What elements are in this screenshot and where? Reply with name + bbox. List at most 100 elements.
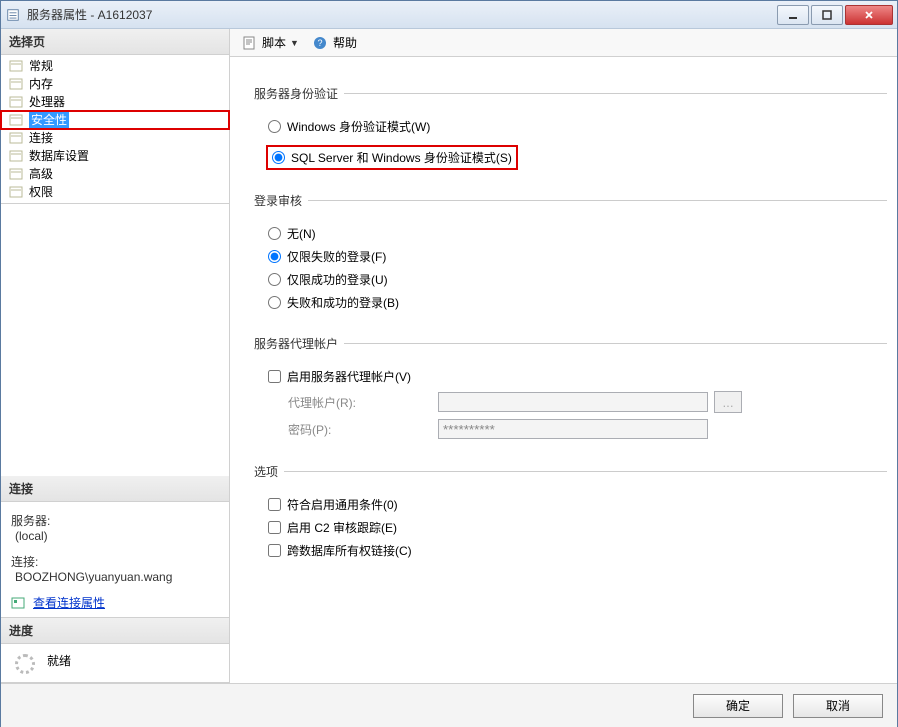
auth-mixed-row[interactable]: SQL Server 和 Windows 身份验证模式(S) bbox=[268, 147, 516, 168]
audit-none-radio[interactable] bbox=[268, 227, 281, 240]
view-connection-properties-link[interactable]: 查看连接属性 bbox=[11, 594, 219, 611]
proxy-browse-button[interactable]: ... bbox=[714, 391, 742, 413]
proxy-enable-label: 启用服务器代理帐户(V) bbox=[287, 368, 411, 385]
auth-windows-radio[interactable] bbox=[268, 120, 281, 133]
auth-windows-label: Windows 身份验证模式(W) bbox=[287, 118, 430, 135]
proxy-account-legend: 服务器代理帐户 bbox=[254, 335, 344, 352]
server-label: 服务器: bbox=[11, 514, 50, 528]
audit-both-label: 失败和成功的登录(B) bbox=[287, 294, 399, 311]
minimize-button[interactable] bbox=[777, 5, 809, 25]
select-page-header: 选择页 bbox=[1, 29, 229, 55]
opt-common-criteria-row[interactable]: 符合启用通用条件(0) bbox=[268, 496, 887, 513]
main-body: 服务器身份验证 Windows 身份验证模式(W) SQL Server 和 W… bbox=[230, 57, 897, 683]
progress-section: 进度 就绪 bbox=[1, 618, 229, 683]
sidebar-item-db-settings[interactable]: 数据库设置 bbox=[1, 147, 229, 165]
proxy-enable-row[interactable]: 启用服务器代理帐户(V) bbox=[268, 368, 887, 385]
sidebar-item-processors[interactable]: 处理器 bbox=[1, 93, 229, 111]
audit-both-radio[interactable] bbox=[268, 296, 281, 309]
opt-c2-label: 启用 C2 审核跟踪(E) bbox=[287, 519, 397, 536]
help-label: 帮助 bbox=[333, 34, 357, 51]
connection-section: 连接 服务器:(local) 连接:BOOZHONG\yuanyuan.wang… bbox=[1, 476, 229, 618]
toolbar: 脚本 ▼ ? 帮助 bbox=[230, 29, 897, 57]
conn-value: BOOZHONG\yuanyuan.wang bbox=[15, 570, 172, 584]
proxy-password-row: 密码(P): bbox=[268, 419, 887, 439]
audit-none-row[interactable]: 无(N) bbox=[268, 225, 887, 242]
opt-c2-checkbox[interactable] bbox=[268, 521, 281, 534]
audit-success-label: 仅限成功的登录(U) bbox=[287, 271, 388, 288]
main-panel: 脚本 ▼ ? 帮助 服务器身份验证 Windows 身份验证模式(W) bbox=[230, 29, 897, 683]
proxy-account-row: 代理帐户(R): ... bbox=[268, 391, 887, 413]
progress-header: 进度 bbox=[1, 618, 229, 644]
script-button[interactable]: 脚本 ▼ bbox=[238, 32, 303, 53]
sidebar-item-security[interactable]: 安全性 bbox=[1, 111, 229, 129]
options-group: 选项 符合启用通用条件(0) 启用 C2 审核跟踪(E) 跨数据库所有权链接(C… bbox=[254, 463, 887, 565]
page-icon bbox=[9, 95, 25, 109]
opt-cross-db-label: 跨数据库所有权链接(C) bbox=[287, 542, 412, 559]
titlebar[interactable]: 服务器属性 - A1612037 bbox=[1, 1, 897, 29]
audit-failed-radio[interactable] bbox=[268, 250, 281, 263]
audit-both-row[interactable]: 失败和成功的登录(B) bbox=[268, 294, 887, 311]
audit-none-label: 无(N) bbox=[287, 225, 316, 242]
opt-common-criteria-checkbox[interactable] bbox=[268, 498, 281, 511]
close-button[interactable] bbox=[845, 5, 893, 25]
svg-text:?: ? bbox=[317, 38, 322, 48]
content-area: 选择页 常规 内存 处理器 安全性 连接 数据库设置 高级 权限 连接 服务器:… bbox=[1, 29, 897, 683]
window-title: 服务器属性 - A1612037 bbox=[27, 6, 775, 23]
opt-common-criteria-label: 符合启用通用条件(0) bbox=[287, 496, 398, 513]
page-icon bbox=[9, 131, 25, 145]
conn-label: 连接: bbox=[11, 555, 38, 569]
sidebar-item-memory[interactable]: 内存 bbox=[1, 75, 229, 93]
opt-cross-db-row[interactable]: 跨数据库所有权链接(C) bbox=[268, 542, 887, 559]
ok-button[interactable]: 确定 bbox=[693, 694, 783, 718]
page-icon bbox=[9, 185, 25, 199]
sidebar-item-general[interactable]: 常规 bbox=[1, 57, 229, 75]
server-value: (local) bbox=[15, 529, 48, 543]
opt-c2-row[interactable]: 启用 C2 审核跟踪(E) bbox=[268, 519, 887, 536]
login-audit-legend: 登录审核 bbox=[254, 192, 308, 209]
sidebar-item-connections[interactable]: 连接 bbox=[1, 129, 229, 147]
window-controls bbox=[775, 5, 893, 25]
auth-mixed-label: SQL Server 和 Windows 身份验证模式(S) bbox=[291, 149, 512, 166]
audit-failed-label: 仅限失败的登录(F) bbox=[287, 248, 386, 265]
sidebar: 选择页 常规 内存 处理器 安全性 连接 数据库设置 高级 权限 连接 服务器:… bbox=[1, 29, 230, 683]
proxy-account-label: 代理帐户(R): bbox=[268, 394, 438, 411]
proxy-enable-checkbox[interactable] bbox=[268, 370, 281, 383]
server-auth-legend: 服务器身份验证 bbox=[254, 85, 344, 102]
page-icon bbox=[9, 149, 25, 163]
progress-status: 就绪 bbox=[47, 652, 71, 669]
dropdown-arrow-icon: ▼ bbox=[290, 38, 299, 48]
spinner-icon bbox=[15, 654, 35, 674]
options-legend: 选项 bbox=[254, 463, 284, 480]
sidebar-item-advanced[interactable]: 高级 bbox=[1, 165, 229, 183]
help-button[interactable]: ? 帮助 bbox=[309, 32, 361, 53]
page-tree: 常规 内存 处理器 安全性 连接 数据库设置 高级 权限 bbox=[1, 55, 229, 203]
opt-cross-db-checkbox[interactable] bbox=[268, 544, 281, 557]
audit-failed-row[interactable]: 仅限失败的登录(F) bbox=[268, 248, 887, 265]
properties-icon bbox=[11, 596, 27, 610]
audit-success-row[interactable]: 仅限成功的登录(U) bbox=[268, 271, 887, 288]
server-auth-group: 服务器身份验证 Windows 身份验证模式(W) SQL Server 和 W… bbox=[254, 85, 887, 174]
dialog-window: 服务器属性 - A1612037 选择页 常规 内存 处理器 安全性 连接 数据… bbox=[0, 0, 898, 727]
connection-body: 服务器:(local) 连接:BOOZHONG\yuanyuan.wang 查看… bbox=[1, 502, 229, 617]
proxy-account-group: 服务器代理帐户 启用服务器代理帐户(V) 代理帐户(R): ... 密码(P): bbox=[254, 335, 887, 445]
proxy-account-input[interactable] bbox=[438, 392, 708, 412]
page-icon bbox=[9, 77, 25, 91]
auth-mixed-radio[interactable] bbox=[272, 151, 285, 164]
page-icon bbox=[9, 167, 25, 181]
page-icon bbox=[9, 59, 25, 73]
cancel-button[interactable]: 取消 bbox=[793, 694, 883, 718]
audit-success-radio[interactable] bbox=[268, 273, 281, 286]
sidebar-spacer bbox=[1, 204, 229, 476]
dialog-footer: 确定 取消 bbox=[1, 683, 897, 727]
auth-windows-row[interactable]: Windows 身份验证模式(W) bbox=[268, 118, 887, 135]
login-audit-group: 登录审核 无(N) 仅限失败的登录(F) 仅限成功的登录(U) 失败和成功的登录… bbox=[254, 192, 887, 317]
maximize-button[interactable] bbox=[811, 5, 843, 25]
progress-body: 就绪 bbox=[1, 644, 229, 682]
page-icon bbox=[9, 113, 25, 127]
script-label: 脚本 bbox=[262, 34, 286, 51]
view-connection-properties-label: 查看连接属性 bbox=[33, 594, 105, 611]
connection-header: 连接 bbox=[1, 476, 229, 502]
app-icon bbox=[5, 7, 21, 23]
proxy-password-input[interactable] bbox=[438, 419, 708, 439]
sidebar-item-permissions[interactable]: 权限 bbox=[1, 183, 229, 201]
